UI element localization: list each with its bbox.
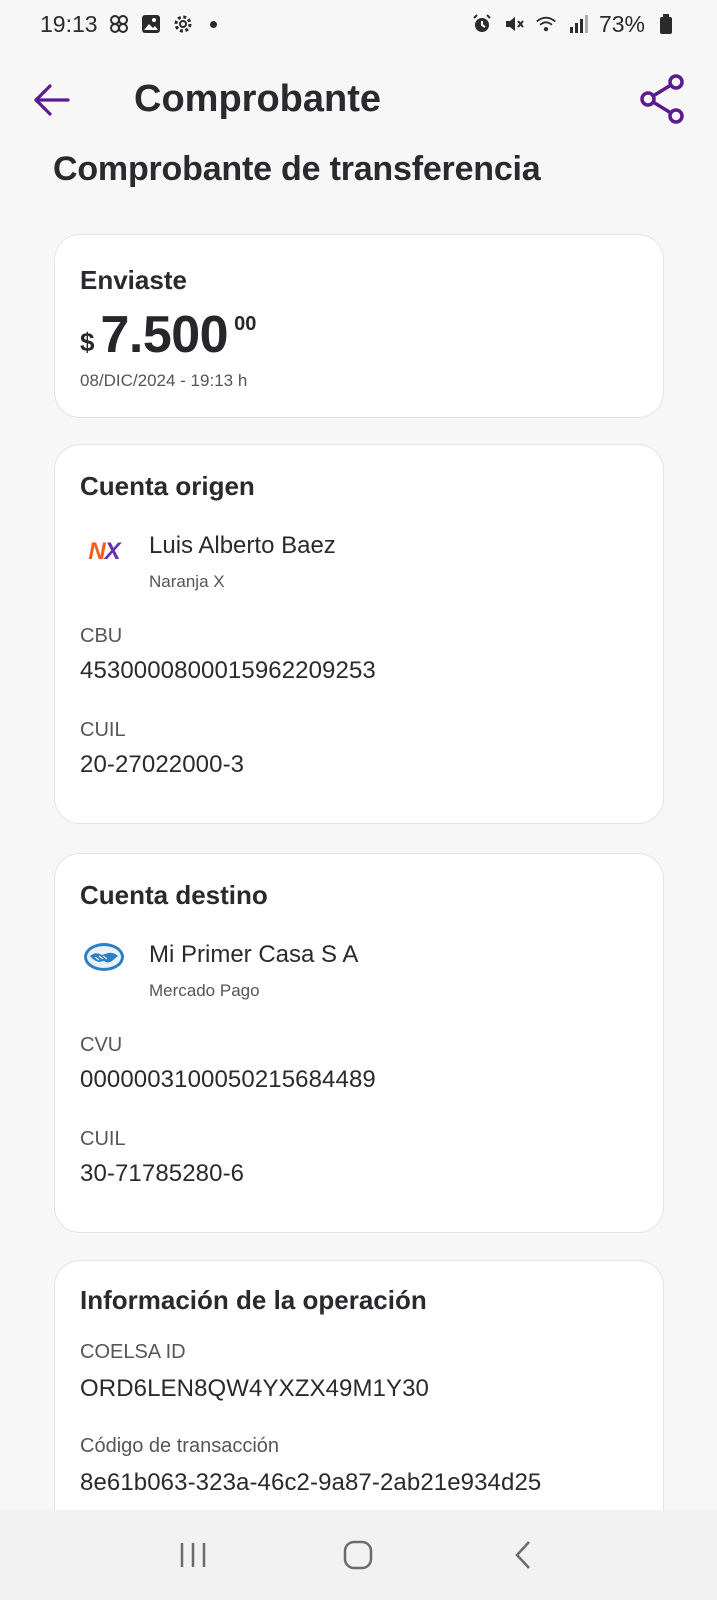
wifi-icon xyxy=(535,13,557,35)
battery-icon xyxy=(655,13,677,35)
signal-icon xyxy=(567,13,589,35)
naranja-x-logo: NX xyxy=(81,535,127,569)
amount-label: Enviaste xyxy=(80,265,187,295)
coelsa-id-value: ORD6LEN8QW4YXZX49M1Y30 xyxy=(80,1375,430,1402)
destination-heading: Cuenta destino xyxy=(80,880,268,910)
amount-value: $ 7.500 00 xyxy=(80,305,256,365)
origin-heading: Cuenta origen xyxy=(80,471,255,501)
home-button[interactable] xyxy=(328,1525,388,1585)
origin-account-card: Cuenta origen NX Luis Alberto Baez Naran… xyxy=(54,444,664,824)
app-header: Comprobante xyxy=(0,62,717,138)
transfer-datetime: 08/DIC/2024 - 19:13 h xyxy=(80,371,248,390)
system-back-button[interactable] xyxy=(494,1525,554,1585)
back-button[interactable] xyxy=(28,76,76,124)
origin-name: Luis Alberto Baez xyxy=(149,532,336,559)
battery-percent: 73% xyxy=(598,10,645,37)
logo-letter-n: N xyxy=(88,538,105,565)
destination-name: Mi Primer Casa S A xyxy=(149,941,359,968)
destination-cuil-label: CUIL xyxy=(80,1128,126,1150)
operation-heading: Información de la operación xyxy=(80,1285,427,1315)
destination-bank: Mercado Pago xyxy=(149,981,260,1000)
status-time: 19:13 xyxy=(40,10,98,37)
header-title: Comprobante xyxy=(134,78,381,120)
destination-cvu-label: CVU xyxy=(80,1034,123,1056)
handshake-icon xyxy=(81,940,127,974)
amount-card: Enviaste $ 7.500 00 08/DIC/2024 - 19:13 … xyxy=(54,234,664,418)
page-title: Comprobante de transferencia xyxy=(53,150,541,188)
mute-icon xyxy=(503,13,525,35)
share-button[interactable] xyxy=(636,72,692,128)
origin-cuil-label: CUIL xyxy=(80,719,126,741)
transaction-code-label: Código de transacción xyxy=(80,1435,280,1457)
destination-cvu-value: 0000003100050215684489 xyxy=(80,1066,376,1093)
back-icon xyxy=(515,1541,531,1569)
dot-icon xyxy=(209,20,217,28)
arrow-left-icon xyxy=(34,84,70,116)
status-bar-right: 73% xyxy=(471,11,677,38)
origin-bank: Naranja X xyxy=(149,572,225,591)
status-bar-left: 19:13 xyxy=(40,11,217,38)
alarm-icon xyxy=(471,13,493,35)
coelsa-id-label: COELSA ID xyxy=(80,1341,186,1363)
gallery-icon xyxy=(140,13,162,35)
origin-cbu-label: CBU xyxy=(80,625,123,647)
settings-icon xyxy=(172,13,194,35)
system-nav-bar xyxy=(0,1510,717,1600)
recents-icon xyxy=(180,1543,206,1567)
logo-letter-x: X xyxy=(104,538,121,565)
share-icon xyxy=(640,74,684,124)
recents-button[interactable] xyxy=(163,1525,223,1585)
amount-currency: $ xyxy=(80,327,95,357)
transaction-code-value: 8e61b063-323a-46c2-9a87-2ab21e934d25 xyxy=(80,1469,542,1496)
origin-cbu-value: 4530000800015962209253 xyxy=(80,657,376,684)
destination-account-card: Cuenta destino Mi Primer Casa S A Mercad… xyxy=(54,853,664,1233)
status-bar: 19:13 73% xyxy=(0,0,717,48)
amount-integer: 7.500 xyxy=(100,306,229,364)
home-icon xyxy=(344,1540,373,1570)
origin-cuil-value: 20-27022000-3 xyxy=(80,751,245,778)
amount-decimal: 00 xyxy=(234,313,257,335)
pinwheel-icon xyxy=(108,13,130,35)
destination-cuil-value: 30-71785280-6 xyxy=(80,1160,245,1187)
